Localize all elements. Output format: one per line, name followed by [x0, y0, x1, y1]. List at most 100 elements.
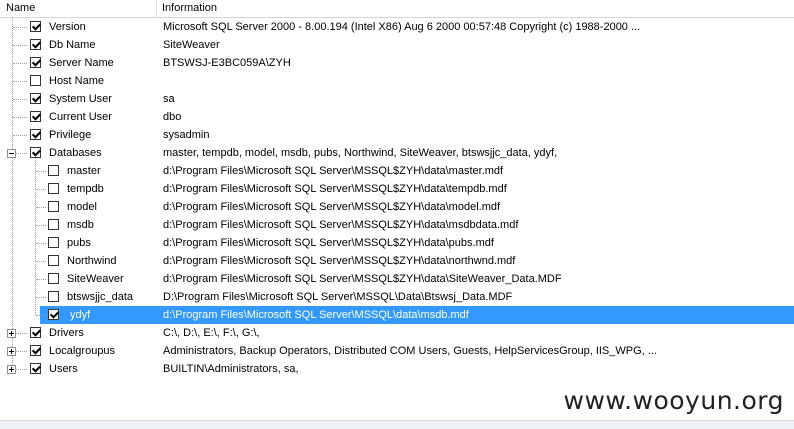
tree-row[interactable]: Drivers C:\, D:\, E:\, F:\, G:\, — [0, 324, 794, 342]
tree-connector — [36, 171, 46, 172]
tree-row-information: d:\Program Files\Microsoft SQL Server\MS… — [163, 201, 501, 213]
expand-icon[interactable] — [7, 365, 16, 374]
tree-row-label: Server Name — [49, 57, 114, 69]
checkbox[interactable] — [30, 345, 41, 356]
tree-row[interactable]: Db Name SiteWeaver — [0, 36, 794, 54]
tree-row-information: C:\, D:\, E:\, F:\, G:\, — [163, 327, 260, 339]
tree-row-information: Microsoft SQL Server 2000 - 8.00.194 (In… — [163, 21, 641, 33]
tree-row-information: d:\Program Files\Microsoft SQL Server\MS… — [163, 219, 519, 231]
watermark: www.wooyun.org — [563, 386, 784, 415]
checkbox[interactable] — [30, 129, 41, 140]
tree-row-label: Privilege — [49, 129, 92, 141]
tree-row-information: master, tempdb, model, msdb, pubs, North… — [163, 147, 558, 159]
checkbox[interactable] — [30, 39, 41, 50]
tree-row-information — [158, 72, 794, 90]
tree-row[interactable]: btswsjjc_data D:\Program Files\Microsoft … — [0, 288, 794, 306]
tree-row-name-cell: model — [0, 198, 158, 216]
checkbox[interactable] — [48, 165, 59, 176]
tree-row-information: d:\Program Files\Microsoft SQL Server\MS… — [163, 273, 562, 285]
tree-row-label: model — [67, 201, 97, 213]
tree-connector — [13, 27, 27, 28]
tree-row-name-cell: System User — [0, 90, 158, 108]
tree-row-label: Version — [49, 21, 86, 33]
checkbox[interactable] — [48, 219, 59, 230]
tree-row-name-cell: master — [0, 162, 158, 180]
tree-row[interactable]: ydyf d:\Program Files\Microsoft SQL Serve… — [0, 306, 794, 324]
tree-row[interactable]: msdb d:\Program Files\Microsoft SQL Serve… — [0, 216, 794, 234]
tree-row-name-cell: Server Name — [0, 54, 158, 72]
checkbox[interactable] — [48, 255, 59, 266]
checkbox[interactable] — [48, 237, 59, 248]
tree-row[interactable]: Server Name BTSWSJ-E3BC059A\ZYH — [0, 54, 794, 72]
expand-icon[interactable] — [7, 347, 16, 356]
tree-row-label: Current User — [49, 111, 112, 123]
tree-row-information: dbo — [163, 111, 182, 123]
tree-row-information: d:\Program Files\Microsoft SQL Server\MS… — [158, 306, 794, 324]
tree-row-name-cell: tempdb — [0, 180, 158, 198]
tree-row[interactable]: Databases master, tempdb, model, msdb, pu… — [0, 144, 794, 162]
tree-connector — [13, 99, 27, 100]
tree-row-information: d:\Program Files\Microsoft SQL Server\MS… — [163, 183, 507, 195]
tree-row-label: Users — [49, 363, 78, 375]
tree-row[interactable]: master d:\Program Files\Microsoft SQL Ser… — [0, 162, 794, 180]
checkbox[interactable] — [30, 327, 41, 338]
tree-row-name-cell: pubs — [0, 234, 158, 252]
checkbox[interactable] — [48, 291, 59, 302]
checkbox[interactable] — [30, 75, 41, 86]
tree-row-name-cell: btswsjjc_data — [0, 288, 158, 306]
tree-row[interactable]: Northwind d:\Program Files\Microsoft SQL … — [0, 252, 794, 270]
tree-row[interactable]: SiteWeaver d:\Program Files\Microsoft SQL… — [0, 270, 794, 288]
checkbox[interactable] — [30, 111, 41, 122]
tree-row-information: sa — [163, 93, 175, 105]
tree-row[interactable]: System User sa — [0, 90, 794, 108]
checkbox[interactable] — [30, 93, 41, 104]
checkbox[interactable] — [48, 309, 59, 320]
checkbox[interactable] — [30, 147, 41, 158]
column-header: Name Information — [0, 0, 794, 18]
tree-connector — [13, 81, 27, 82]
tree-row-information: d:\Program Files\Microsoft SQL Server\MS… — [163, 255, 516, 267]
tree-row-label: Localgroupus — [49, 345, 116, 357]
tree-row[interactable]: pubs d:\Program Files\Microsoft SQL Serve… — [0, 234, 794, 252]
tree-row-label: master — [67, 165, 101, 177]
column-name-header[interactable]: Name — [0, 0, 157, 17]
tree-row-information: Administrators, Backup Operators, Distri… — [163, 345, 657, 357]
checkbox[interactable] — [30, 363, 41, 374]
tree-row-name-cell: Host Name — [0, 72, 158, 90]
tree-row-label: Northwind — [67, 255, 117, 267]
checkbox[interactable] — [30, 57, 41, 68]
tree-connector — [36, 315, 46, 316]
checkbox[interactable] — [30, 21, 41, 32]
collapse-icon[interactable] — [7, 149, 16, 158]
tree-row-information: d:\Program Files\Microsoft SQL Server\MS… — [163, 237, 494, 249]
tree-row[interactable]: Privilege sysadmin — [0, 126, 794, 144]
column-information-header[interactable]: Information — [158, 0, 794, 17]
tree-row-label: ydyf — [67, 306, 94, 324]
tree-row[interactable]: Users BUILTIN\Administrators, sa, — [0, 360, 794, 378]
tree-row-name-cell: Drivers — [0, 324, 158, 342]
tree-connector — [36, 225, 46, 226]
tree-row-label: msdb — [67, 219, 94, 231]
tree-row[interactable]: Host Name — [0, 72, 794, 90]
tree-row[interactable]: Version Microsoft SQL Server 2000 - 8.00.… — [0, 18, 794, 36]
tree-row[interactable]: model d:\Program Files\Microsoft SQL Serv… — [0, 198, 794, 216]
checkbox[interactable] — [48, 273, 59, 284]
tree-row[interactable]: tempdb d:\Program Files\Microsoft SQL Ser… — [0, 180, 794, 198]
tree-row[interactable]: Localgroupus Administrators, Backup Opera… — [0, 342, 794, 360]
tree-connector — [13, 63, 27, 64]
expand-icon[interactable] — [7, 329, 16, 338]
tree-row-name-cell: msdb — [0, 216, 158, 234]
checkbox[interactable] — [48, 201, 59, 212]
tree-row-information: SiteWeaver — [163, 39, 220, 51]
tree-row-name-cell: Users — [0, 360, 158, 378]
checkbox[interactable] — [48, 183, 59, 194]
tree-row-name-cell: Current User — [0, 108, 158, 126]
tree-row-label: Databases — [49, 147, 102, 159]
tree-row-name-cell: SiteWeaver — [0, 270, 158, 288]
tree-connector — [36, 279, 46, 280]
tree-row-information: BUILTIN\Administrators, sa, — [163, 363, 299, 375]
tree-row-label: Db Name — [49, 39, 96, 51]
tree-row-label: pubs — [67, 237, 91, 249]
tree-row[interactable]: Current User dbo — [0, 108, 794, 126]
tree-connector — [13, 135, 27, 136]
